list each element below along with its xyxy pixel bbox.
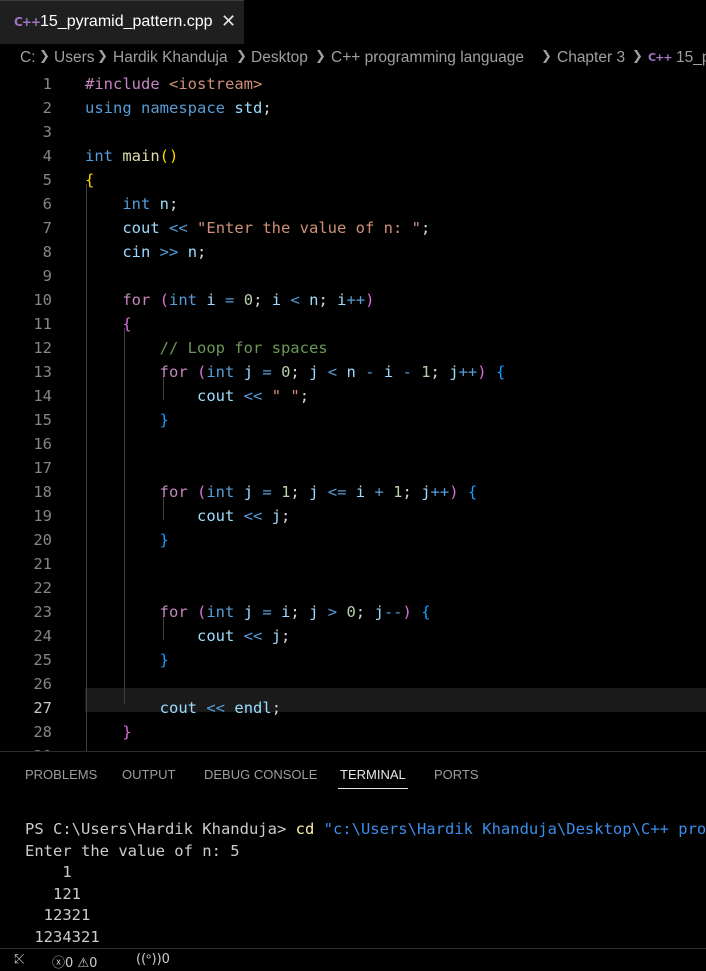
line-number: 16	[33, 435, 52, 453]
line-number: 21	[33, 555, 52, 573]
code-line: for (int j = i; j > 0; j--) {	[159, 603, 431, 621]
tab-title: 15_pyramid_pattern.cpp	[40, 13, 213, 30]
chevron-right-icon: ❯	[632, 49, 643, 64]
broadcast-icon: ((ᵒ))	[136, 952, 162, 967]
breadcrumb-item-chapter[interactable]: Chapter 3	[557, 49, 625, 67]
terminal-output-line: 1234321	[25, 928, 100, 946]
line-number: 6	[42, 195, 52, 213]
tab-terminal[interactable]: TERMINAL	[340, 767, 406, 782]
line-number: 14	[33, 387, 52, 405]
warning-icon: ⚠	[77, 956, 90, 971]
breadcrumb-item-desktop[interactable]: Desktop	[251, 49, 308, 67]
code-line: #include <iostream>	[85, 75, 263, 93]
line-number: 8	[42, 243, 52, 261]
editor-tab-bar: C++ 15_pyramid_pattern.cpp ✕	[0, 0, 706, 44]
line-number: 11	[33, 315, 52, 333]
code-line: }	[159, 651, 169, 669]
line-number: 23	[33, 603, 52, 621]
line-number: 7	[42, 219, 52, 237]
status-bar: ⤪ ⓧ0 ⚠0 ((ᵒ))0	[0, 948, 706, 971]
terminal-output-line: 1	[25, 863, 72, 881]
tab-ports[interactable]: PORTS	[434, 767, 479, 782]
terminal-output-line: 121	[25, 885, 81, 903]
code-line: using namespace std;	[85, 99, 272, 117]
line-number: 22	[33, 579, 52, 597]
tab-debug-console[interactable]: DEBUG CONSOLE	[204, 767, 317, 782]
line-number: 25	[33, 651, 52, 669]
terminal-command: cd	[295, 820, 315, 838]
line-number: 9	[42, 267, 52, 285]
line-number: 27	[33, 699, 52, 717]
code-line: cout << j;	[196, 627, 291, 645]
cpp-file-icon: C++	[648, 51, 672, 64]
file-tab[interactable]: C++ 15_pyramid_pattern.cpp ✕	[0, 0, 244, 44]
active-tab-indicator	[338, 788, 408, 789]
code-line: }	[159, 531, 169, 549]
code-line: }	[159, 411, 169, 429]
breadcrumb-item-users[interactable]: Users	[54, 49, 94, 67]
terminal-output-line: Enter the value of n: 5	[25, 842, 240, 860]
line-number: 3	[42, 123, 52, 141]
remote-icon[interactable]: ⤪	[14, 952, 24, 967]
code-line: for (int j = 1; j <= i + 1; j++) {	[159, 483, 478, 501]
line-number: 12	[33, 339, 52, 357]
cpp-file-icon: C++	[14, 15, 41, 29]
line-number: 13	[33, 363, 52, 381]
error-count: 0	[65, 956, 74, 971]
line-number: 1	[42, 75, 52, 93]
warning-count: 0	[89, 956, 98, 971]
code-line: int n;	[122, 195, 179, 213]
line-number: 17	[33, 459, 52, 477]
line-number: 15	[33, 411, 52, 429]
code-line: for (int i = 0; i < n; i++)	[122, 291, 375, 309]
breadcrumb-item-file[interactable]: 15_p	[676, 49, 706, 67]
chevron-right-icon: ❯	[236, 49, 247, 64]
tab-problems[interactable]: PROBLEMS	[25, 767, 97, 782]
code-line: cin >> n;	[122, 243, 207, 261]
code-line: // Loop for spaces	[159, 339, 328, 357]
code-line: cout << " ";	[196, 387, 310, 405]
line-number: 4	[42, 147, 52, 165]
terminal-prompt: PS C:\Users\Hardik Khanduja>	[25, 820, 296, 838]
line-number: 24	[33, 627, 52, 645]
error-icon: ⓧ	[52, 956, 66, 971]
line-number: 10	[33, 291, 52, 309]
ports-status[interactable]: ((ᵒ))0	[136, 952, 170, 967]
tab-output[interactable]: OUTPUT	[122, 767, 175, 782]
line-number: 2	[42, 99, 52, 117]
breadcrumb-item-user[interactable]: Hardik Khanduja	[113, 49, 228, 67]
code-line: cout << j;	[196, 507, 291, 525]
code-line: cout << endl;	[159, 699, 282, 717]
close-icon[interactable]: ✕	[221, 11, 236, 32]
code-line: cout << "Enter the value of n: ";	[122, 219, 431, 237]
chevron-right-icon: ❯	[97, 49, 108, 64]
code-line: {	[122, 315, 132, 333]
code-line: {	[85, 171, 95, 189]
breadcrumb: C: ❯ Users ❯ Hardik Khanduja ❯ Desktop ❯…	[0, 44, 706, 72]
code-line: for (int j = 0; j < n - i - 1; j++) {	[159, 363, 506, 381]
breadcrumb-item-folder[interactable]: C++ programming language	[331, 49, 524, 67]
line-number: 19	[33, 507, 52, 525]
code-editor[interactable]: 1 2 3 4 5 6 7 8 9 10 11 12 13 14 15 16 17 18 19 20 21 22 23 24 2…	[0, 72, 706, 751]
code-line: int main()	[85, 147, 179, 165]
line-number: 26	[33, 675, 52, 693]
panel-tab-bar: PROBLEMS OUTPUT DEBUG CONSOLE TERMINAL P…	[0, 752, 706, 796]
code-line: }	[122, 723, 132, 741]
terminal-view[interactable]: PS C:\Users\Hardik Khanduja> cd "c:\User…	[0, 796, 706, 948]
line-number: 29	[0, 744, 52, 751]
chevron-right-icon: ❯	[541, 49, 552, 64]
problems-status[interactable]: ⓧ0 ⚠0	[52, 952, 97, 971]
breadcrumb-item-drive[interactable]: C:	[20, 49, 36, 67]
line-number: 28	[33, 723, 52, 741]
chevron-right-icon: ❯	[315, 49, 326, 64]
line-number: 18	[33, 483, 52, 501]
terminal-command-line: PS C:\Users\Hardik Khanduja> cd "c:\User…	[25, 819, 706, 840]
terminal-command-arg: "c:\Users\Hardik Khanduja\Desktop\C++ pr…	[314, 820, 706, 838]
terminal-output-line: 12321	[25, 906, 91, 924]
ports-count: 0	[161, 952, 170, 967]
line-number: 20	[33, 531, 52, 549]
chevron-right-icon: ❯	[39, 49, 50, 64]
line-number: 5	[42, 171, 52, 189]
